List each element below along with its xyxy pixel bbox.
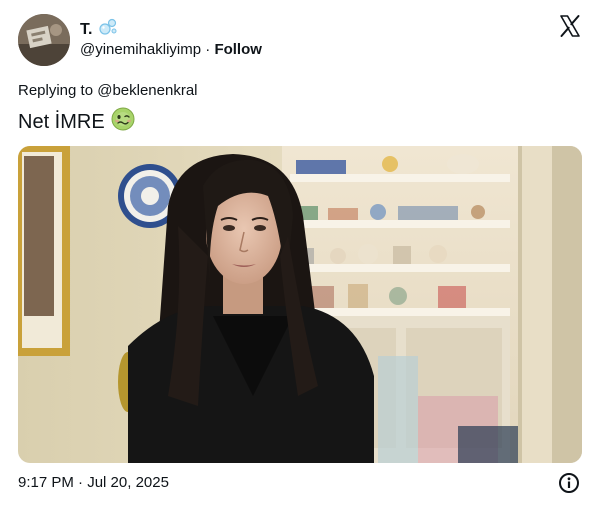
info-icon[interactable] (558, 472, 580, 494)
separator-dot: · (205, 41, 211, 58)
bubbles-icon (98, 18, 118, 41)
avatar[interactable] (18, 14, 70, 66)
tweet-body: Net İMRE (18, 110, 105, 133)
author-name-row: T. (80, 18, 118, 41)
timestamp-separator: · (78, 474, 84, 491)
tweet-text: Net İMRE (18, 107, 135, 137)
tweet-timestamp[interactable]: 9:17 PM · Jul 20, 2025 (18, 474, 169, 491)
author-handle[interactable]: @yinemihakliyimp (80, 41, 201, 58)
author-display-name[interactable]: T. (80, 21, 92, 39)
follow-button[interactable]: Follow (214, 41, 262, 58)
avatar-image (18, 14, 70, 66)
tweet-date: Jul 20, 2025 (87, 474, 169, 491)
x-logo-icon[interactable] (558, 14, 582, 38)
woozy-face-emoji-icon (111, 107, 135, 137)
author-handle-row: @yinemihakliyimp · Follow (80, 41, 262, 58)
replying-to-line: Replying to @beklenenkral (18, 82, 198, 99)
tweet-photo[interactable] (18, 146, 582, 463)
reply-mention-link[interactable]: @beklenenkral (97, 82, 197, 99)
photo-scene (18, 146, 582, 463)
replying-prefix: Replying to (18, 82, 94, 99)
tweet-time: 9:17 PM (18, 474, 74, 491)
